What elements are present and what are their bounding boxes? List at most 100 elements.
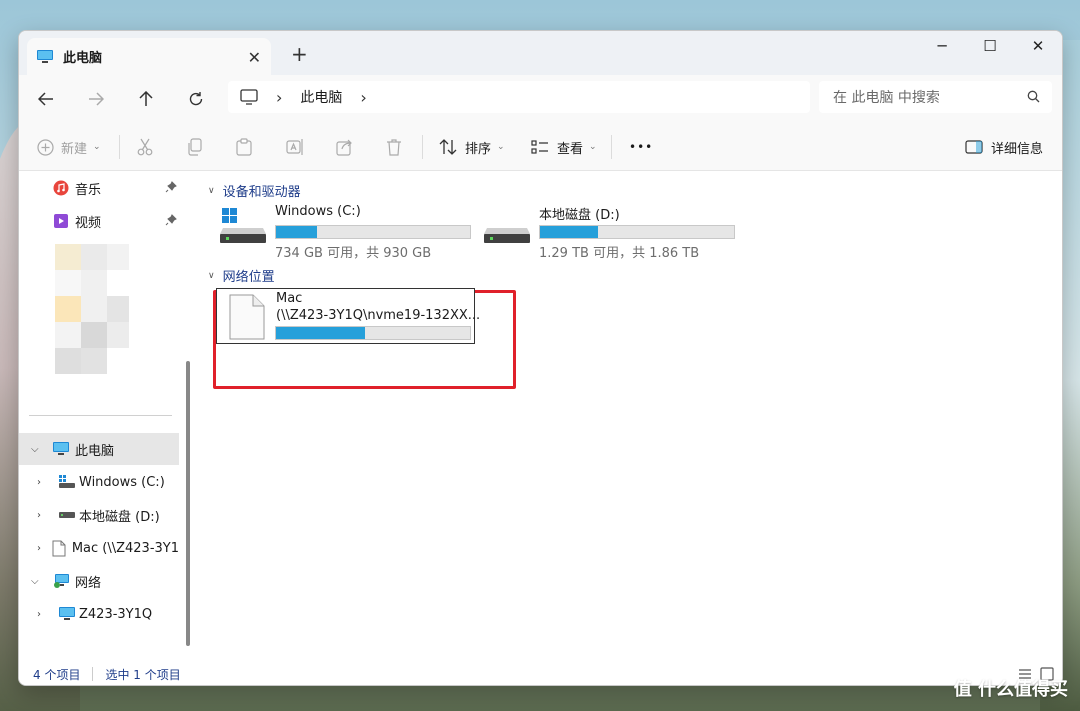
drive-name: Windows (C:) — [275, 204, 361, 219]
sort-label: 排序 — [465, 141, 492, 157]
group-header-network[interactable]: ∨ 网络位置 — [208, 266, 275, 285]
group-header-label: 设备和驱动器 — [222, 185, 301, 200]
network-location-tile[interactable]: Mac (\\Z423-3Y1Q\nvme19-132XX... — [216, 288, 480, 344]
sidebar-item-music[interactable]: 音乐 — [19, 173, 179, 203]
maximize-button[interactable]: ☐ — [967, 37, 1013, 55]
arrow-up-icon — [139, 91, 153, 106]
divider — [29, 415, 172, 416]
view-label: 查看 — [557, 141, 584, 157]
chevron-right-icon[interactable]: › — [37, 510, 51, 521]
pin-icon[interactable] — [165, 214, 177, 226]
file-explorer-window: 此电脑 ✕ + ─ ☐ ✕ › 此电脑 › 在 此电脑 中搜索 新建 ⌄ 排序 … — [18, 30, 1063, 686]
chevron-down-icon[interactable]: ⌵ — [31, 576, 45, 587]
monitor-icon — [53, 442, 69, 455]
copy-button[interactable] — [187, 123, 203, 171]
search-icon — [1027, 90, 1040, 103]
copy-icon — [188, 138, 202, 156]
windows-drive-icon — [220, 208, 266, 243]
chevron-right-icon[interactable]: › — [360, 88, 366, 107]
sidebar-item-z423[interactable]: › Z423-3Y1Q — [19, 599, 179, 629]
pin-icon[interactable] — [165, 181, 177, 193]
close-tab-icon[interactable]: ✕ — [248, 48, 261, 67]
minimize-button[interactable]: ─ — [919, 37, 965, 55]
plus-circle-icon — [37, 138, 54, 156]
back-button[interactable] — [32, 86, 60, 112]
arrow-right-icon — [89, 92, 104, 106]
drive-usage-fill — [540, 226, 599, 238]
view-button[interactable]: 查看 ⌄ — [531, 123, 597, 171]
network-usage-bar — [275, 326, 471, 340]
rename-button[interactable] — [286, 123, 304, 171]
new-label: 新建 — [61, 141, 88, 157]
drive-icon — [484, 228, 530, 243]
refresh-button[interactable] — [182, 86, 210, 112]
chevron-right-icon[interactable]: › — [37, 609, 51, 620]
details-label: 详细信息 — [991, 141, 1044, 157]
monitor-outline-icon — [240, 89, 258, 105]
share-button[interactable] — [336, 123, 354, 171]
clipboard-icon — [236, 138, 252, 156]
cut-button[interactable] — [137, 123, 153, 171]
network-location-name: Mac — [276, 291, 303, 306]
video-icon — [54, 214, 68, 228]
scissors-icon — [137, 138, 153, 156]
file-icon — [52, 540, 66, 556]
group-header-label: 网络位置 — [222, 270, 275, 285]
chevron-down-icon[interactable]: ∨ — [208, 186, 215, 196]
close-window-button[interactable]: ✕ — [1015, 37, 1061, 55]
delete-button[interactable] — [386, 123, 402, 171]
drive-usage-fill — [276, 226, 317, 238]
monitor-icon — [59, 607, 75, 620]
sidebar-item-label: 本地磁盘 (D:) — [79, 509, 160, 525]
sidebar-item-label: 音乐 — [75, 182, 102, 198]
chevron-down-icon[interactable]: ⌵ — [31, 444, 45, 455]
chevron-down-icon[interactable]: ∨ — [208, 271, 215, 281]
sidebar-item-video[interactable]: 视频 — [19, 206, 179, 236]
scrollbar-thumb[interactable] — [186, 361, 190, 646]
search-input[interactable]: 在 此电脑 中搜索 — [819, 81, 1052, 113]
new-tab-button[interactable]: + — [291, 42, 308, 66]
windows-drive-icon — [59, 475, 75, 488]
sidebar-item-this-pc[interactable]: ⌵ 此电脑 — [19, 433, 179, 465]
address-bar[interactable]: › 此电脑 › — [228, 81, 810, 113]
sidebar-item-windows-c[interactable]: › Windows (C:) — [19, 467, 179, 497]
chevron-right-icon[interactable]: › — [37, 477, 51, 488]
up-button[interactable] — [132, 86, 160, 112]
arrow-left-icon — [38, 92, 53, 106]
command-bar: 新建 ⌄ 排序 ⌄ 查看 ⌄ ••• 详细信息 — [19, 123, 1062, 171]
chevron-down-icon: ⌄ — [589, 142, 597, 152]
sidebar-item-label: Windows (C:) — [79, 474, 165, 490]
rename-icon — [286, 139, 303, 155]
status-selected-count: 选中 1 个项目 — [105, 667, 181, 682]
sidebar-scrollbar[interactable] — [185, 361, 191, 646]
chevron-right-icon[interactable]: › — [37, 543, 44, 554]
sidebar-item-mac[interactable]: › Mac (\\Z423-3Y1 — [19, 533, 179, 563]
sidebar-item-label: 此电脑 — [75, 443, 115, 459]
sidebar-item-network[interactable]: ⌵ 网络 — [19, 566, 179, 596]
group-header-devices[interactable]: ∨ 设备和驱动器 — [208, 181, 301, 200]
drive-icon — [59, 512, 75, 518]
details-pane-button[interactable]: 详细信息 — [965, 123, 1043, 171]
content-pane: ∨ 设备和驱动器 Windows (C:) 734 GB 可用，共 930 GB… — [194, 171, 1062, 661]
more-options-button[interactable]: ••• — [629, 123, 653, 171]
paste-button[interactable] — [236, 123, 252, 171]
divider — [422, 135, 423, 159]
divider — [611, 135, 612, 159]
tab-this-pc[interactable]: 此电脑 ✕ — [27, 38, 271, 75]
title-bar: 此电脑 ✕ + ─ ☐ ✕ — [19, 31, 1062, 75]
refresh-icon — [189, 92, 203, 106]
chevron-down-icon: ⌄ — [93, 142, 101, 152]
file-icon — [229, 294, 265, 340]
drive-name: 本地磁盘 (D:) — [539, 208, 620, 223]
sort-button[interactable]: 排序 ⌄ — [439, 123, 505, 171]
drive-tile-d[interactable]: 本地磁盘 (D:) 1.29 TB 可用，共 1.86 TB — [484, 204, 744, 261]
drive-usage-bar — [539, 225, 735, 239]
sidebar-item-local-disk-d[interactable]: › 本地磁盘 (D:) — [19, 500, 179, 530]
new-button[interactable]: 新建 ⌄ — [37, 123, 101, 171]
breadcrumb-this-pc[interactable]: 此电脑 — [300, 87, 342, 107]
trash-icon — [387, 139, 401, 156]
details-pane-icon — [965, 140, 983, 154]
drive-tile-c[interactable]: Windows (C:) 734 GB 可用，共 930 GB — [220, 204, 480, 261]
network-location-path: (\\Z423-3Y1Q\nvme19-132XX... — [276, 308, 481, 323]
forward-button[interactable] — [82, 86, 110, 112]
